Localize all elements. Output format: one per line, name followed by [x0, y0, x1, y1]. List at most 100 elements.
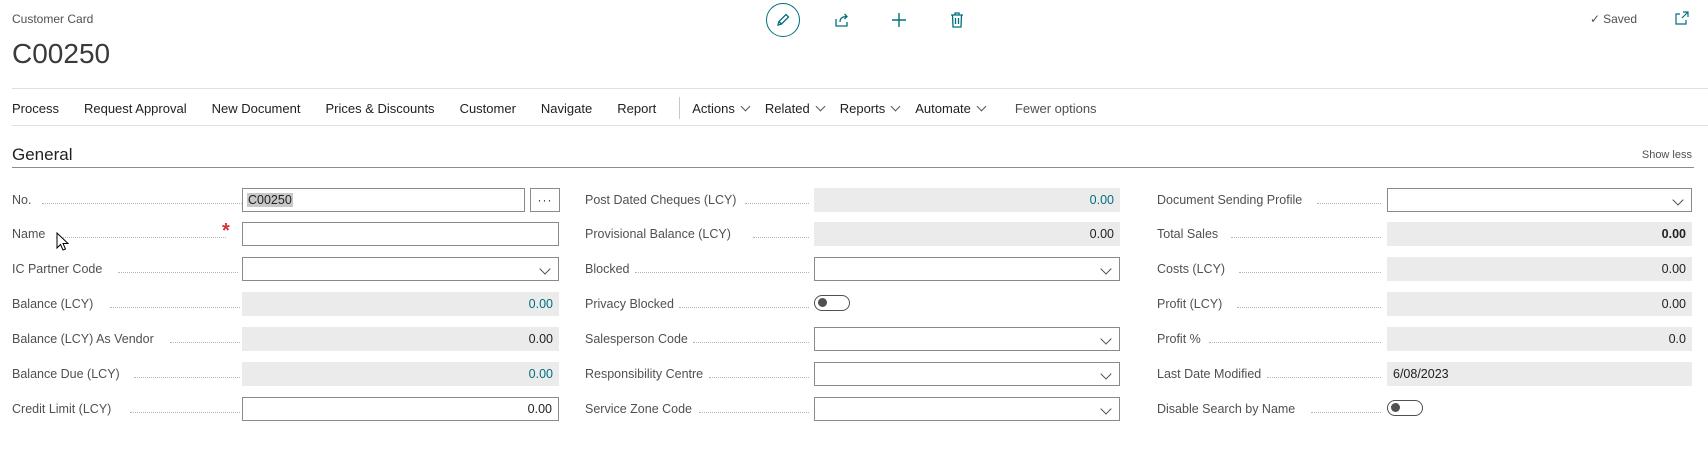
field-row-credit-limit: Credit Limit (LCY) 0.00 [12, 397, 559, 423]
dotted-leader [134, 377, 240, 378]
dotted-leader [693, 342, 809, 343]
blocked-select[interactable] [814, 257, 1120, 281]
open-new-window-icon [1675, 11, 1689, 25]
credit-limit-input[interactable]: 0.00 [242, 397, 559, 421]
dotted-leader [170, 342, 240, 343]
post-dated-cheques-value[interactable]: 0.00 [814, 188, 1120, 212]
menu-new-document[interactable]: New Document [212, 101, 301, 116]
field-row-post-dated: Post Dated Cheques (LCY) 0.00 [585, 188, 1120, 214]
profit-percent-value: 0.0 [1387, 327, 1692, 351]
field-label: No. [12, 193, 32, 207]
toggle-knob [1391, 403, 1400, 412]
dotted-leader [1317, 203, 1381, 204]
dotted-leader [1239, 272, 1381, 273]
field-label: Disable Search by Name [1157, 402, 1296, 416]
responsibility-centre-select[interactable] [814, 362, 1120, 386]
show-less-link[interactable]: Show less [1642, 149, 1692, 161]
field-label: Balance (LCY) As Vendor [12, 332, 154, 346]
field-label: Credit Limit (LCY) [12, 402, 112, 416]
menu-customer[interactable]: Customer [460, 101, 516, 116]
saved-status: ✓ Saved [1590, 12, 1637, 26]
menu-related-dropdown[interactable]: Related [765, 101, 824, 116]
menu-automate-dropdown[interactable]: Automate [915, 101, 985, 116]
field-row-profit-pct: Profit % 0.0 [1157, 327, 1692, 353]
field-label: Salesperson Code [585, 332, 688, 346]
share-button[interactable] [825, 3, 859, 37]
menu-process[interactable]: Process [12, 101, 59, 116]
dotted-leader [1267, 377, 1381, 378]
profit-lcy-value: 0.00 [1387, 292, 1692, 316]
menu-request-approval[interactable]: Request Approval [84, 101, 187, 116]
menu-navigate[interactable]: Navigate [541, 101, 592, 116]
field-label: Responsibility Centre [585, 367, 704, 381]
field-row-balance: Balance (LCY) 0.00 [12, 292, 559, 318]
action-bar: Process Request Approval New Document Pr… [12, 97, 1122, 119]
menu-actions-dropdown[interactable]: Actions [692, 101, 749, 116]
saved-label: Saved [1603, 12, 1638, 26]
dotted-leader [709, 377, 809, 378]
menu-prices-discounts[interactable]: Prices & Discounts [325, 101, 434, 116]
field-row-costs: Costs (LCY) 0.00 [1157, 257, 1692, 283]
field-label: Costs (LCY) [1157, 262, 1226, 276]
balance-lcy-as-vendor-value: 0.00 [242, 327, 559, 351]
field-row-blocked: Blocked [585, 257, 1120, 283]
field-row-provisional: Provisional Balance (LCY) 0.00 [585, 222, 1120, 248]
salesperson-code-select[interactable] [814, 327, 1120, 351]
dotted-leader [118, 272, 238, 273]
menu-separator [679, 97, 681, 119]
section-title-general: General [12, 145, 73, 164]
field-row-profit: Profit (LCY) 0.00 [1157, 292, 1692, 318]
field-label: Balance (LCY) [12, 297, 94, 311]
field-row-disable-search: Disable Search by Name [1157, 397, 1692, 423]
field-label: Provisional Balance (LCY) [585, 227, 731, 241]
field-label: Post Dated Cheques (LCY) [585, 193, 737, 207]
provisional-balance-value: 0.00 [814, 222, 1120, 246]
costs-lcy-value: 0.00 [1387, 257, 1692, 281]
dotted-leader [745, 203, 809, 204]
field-label: Last Date Modified [1157, 367, 1262, 381]
check-icon: ✓ [1590, 12, 1601, 26]
balance-lcy-value[interactable]: 0.00 [242, 292, 559, 316]
name-input[interactable] [242, 222, 559, 246]
ic-partner-code-select[interactable] [242, 257, 559, 281]
document-sending-profile-select[interactable] [1387, 188, 1692, 212]
share-icon [835, 13, 848, 27]
page-caption: Customer Card [12, 12, 94, 26]
disable-search-by-name-toggle[interactable] [1387, 400, 1423, 416]
new-button[interactable] [882, 3, 916, 37]
delete-button[interactable] [940, 3, 974, 37]
open-new-window-button[interactable] [1675, 11, 1689, 28]
field-row-service-zone: Service Zone Code [585, 397, 1120, 423]
service-zone-code-select[interactable] [814, 397, 1120, 421]
field-row-balance-due: Balance Due (LCY) 0.00 [12, 362, 559, 388]
dotted-leader [635, 272, 809, 273]
field-row-doc-profile: Document Sending Profile [1157, 188, 1692, 214]
total-sales-value: 0.00 [1387, 222, 1692, 246]
chevron-down-icon [1100, 368, 1112, 380]
dotted-leader [1237, 307, 1381, 308]
field-row-privacy-blocked: Privacy Blocked [585, 292, 1120, 318]
edit-pencil-icon [777, 13, 790, 26]
dotted-leader [1231, 237, 1381, 238]
field-row-responsibility: Responsibility Centre [585, 362, 1120, 388]
field-label: Document Sending Profile [1157, 193, 1303, 207]
delete-icon [951, 12, 963, 28]
privacy-blocked-toggle[interactable] [814, 295, 850, 311]
field-label: Balance Due (LCY) [12, 367, 120, 381]
dotted-leader [42, 203, 242, 204]
actionbar-divider [12, 125, 1708, 126]
balance-due-lcy-value[interactable]: 0.00 [242, 362, 559, 386]
edit-button[interactable] [766, 3, 800, 37]
field-label: Profit (LCY) [1157, 297, 1223, 311]
dotted-leader [56, 237, 226, 238]
no-assist-edit-button[interactable]: ··· [530, 188, 560, 212]
field-row-total-sales: Total Sales 0.00 [1157, 222, 1692, 248]
field-row-no: No. C00250 ··· [12, 188, 560, 214]
dotted-leader [110, 307, 240, 308]
fewer-options-button[interactable]: Fewer options [1015, 101, 1097, 116]
menu-reports-dropdown[interactable]: Reports [840, 101, 900, 116]
field-row-name: Name * [12, 220, 559, 248]
section-divider [12, 167, 1694, 168]
menu-report[interactable]: Report [617, 101, 656, 116]
no-input[interactable]: C00250 [242, 188, 525, 212]
